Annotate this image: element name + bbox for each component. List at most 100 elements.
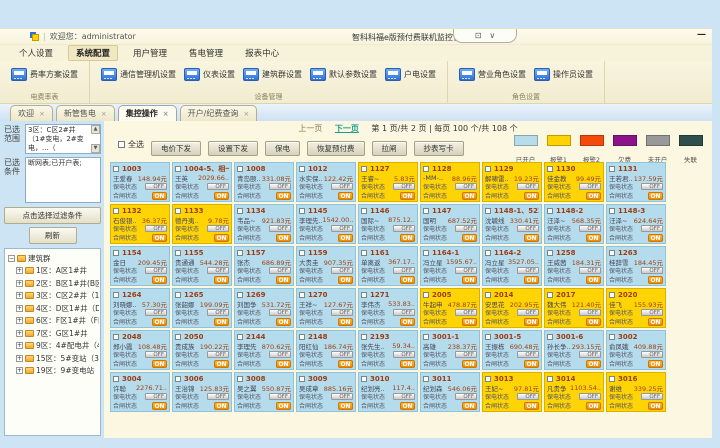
room-card[interactable]: 1127王睿~5.83元保电状态OFF合闸状态ON xyxy=(358,162,418,202)
power-status-value[interactable]: OFF xyxy=(393,225,415,232)
room-checkbox[interactable] xyxy=(423,376,429,382)
room-checkbox[interactable] xyxy=(423,292,429,298)
expand-icon[interactable]: + xyxy=(16,330,23,337)
power-status-value[interactable]: OFF xyxy=(455,183,477,190)
power-status-value[interactable]: OFF xyxy=(641,225,663,232)
power-status-value[interactable]: OFF xyxy=(145,183,167,190)
room-card[interactable]: 1003王爱春148.94元保电状态OFF合闸状态ON xyxy=(110,162,170,202)
expand-icon[interactable]: + xyxy=(16,317,23,324)
room-checkbox[interactable] xyxy=(485,292,491,298)
room-card[interactable]: 2050贵成族190.22元保电状态OFF合闸状态ON xyxy=(172,330,232,370)
room-card[interactable]: 2048郑小霞108.48元保电状态OFF合闸状态ON xyxy=(110,330,170,370)
room-checkbox[interactable] xyxy=(547,376,553,382)
tree-node[interactable]: +2区：B区1#井(B区1... xyxy=(16,278,99,289)
power-status-value[interactable]: OFF xyxy=(393,267,415,274)
switch-status-badge[interactable]: ON xyxy=(462,318,477,326)
room-checkbox[interactable] xyxy=(113,250,119,256)
expand-icon[interactable]: + xyxy=(16,342,23,349)
switch-status-badge[interactable]: ON xyxy=(462,360,477,368)
power-status-value[interactable]: OFF xyxy=(579,351,601,358)
room-card[interactable]: 3001-5王振栋690.48元保电状态OFF合闸状态ON xyxy=(482,330,542,370)
close-tab-icon[interactable]: × xyxy=(243,110,249,118)
ribbon-button[interactable]: 通信管理机设置 xyxy=(98,65,179,84)
switch-status-badge[interactable]: ON xyxy=(586,318,601,326)
switch-status-badge[interactable]: ON xyxy=(524,192,539,200)
room-checkbox[interactable] xyxy=(237,208,243,214)
toolbar-button[interactable]: 拉闸 xyxy=(372,141,407,156)
switch-status-badge[interactable]: ON xyxy=(276,234,291,242)
selected-condition-box[interactable]: 断网表;已开户表; xyxy=(25,157,101,203)
switch-status-badge[interactable]: ON xyxy=(586,192,601,200)
room-checkbox[interactable] xyxy=(113,334,119,340)
switch-status-badge[interactable]: ON xyxy=(152,318,167,326)
room-card[interactable]: 2005牛起申478.87元保电状态OFF合闸状态ON xyxy=(420,288,480,328)
power-status-value[interactable]: OFF xyxy=(145,225,167,232)
switch-status-badge[interactable]: ON xyxy=(400,192,415,200)
power-status-value[interactable]: OFF xyxy=(517,309,539,316)
switch-status-badge[interactable]: ON xyxy=(338,276,353,284)
room-card[interactable]: 1130佳金教99.49元保电状态OFF合闸状态ON xyxy=(544,162,604,202)
room-checkbox[interactable] xyxy=(547,334,553,340)
ribbon-button[interactable]: 户电设置 xyxy=(382,65,439,84)
switch-status-badge[interactable]: ON xyxy=(524,402,539,410)
room-checkbox[interactable] xyxy=(361,334,367,340)
next-page-link[interactable]: 下一页 xyxy=(335,124,359,133)
room-checkbox[interactable] xyxy=(609,334,615,340)
room-checkbox[interactable] xyxy=(175,250,181,256)
close-tab-icon[interactable]: × xyxy=(101,110,107,118)
toolbar-button[interactable]: 电价下发 xyxy=(151,141,201,156)
room-checkbox[interactable] xyxy=(547,166,553,172)
room-checkbox[interactable] xyxy=(175,334,181,340)
power-status-value[interactable]: OFF xyxy=(517,393,539,400)
switch-status-badge[interactable]: ON xyxy=(524,360,539,368)
room-checkbox[interactable] xyxy=(485,250,491,256)
power-status-value[interactable]: OFF xyxy=(331,225,353,232)
toolbar-button[interactable]: 恢复预付费 xyxy=(307,141,365,156)
room-card[interactable]: 1147国明687.52元保电状态OFF合闸状态ON xyxy=(420,204,480,244)
power-status-value[interactable]: OFF xyxy=(269,309,291,316)
room-checkbox[interactable] xyxy=(237,334,243,340)
power-status-value[interactable]: OFF xyxy=(579,309,601,316)
select-all[interactable]: 全选 xyxy=(118,139,144,150)
power-status-value[interactable]: OFF xyxy=(455,351,477,358)
room-checkbox[interactable] xyxy=(361,292,367,298)
power-status-value[interactable]: OFF xyxy=(331,393,353,400)
ribbon-collapse-control[interactable]: ⊡ ∨ xyxy=(453,29,517,43)
room-checkbox[interactable] xyxy=(361,376,367,382)
select-all-checkbox[interactable] xyxy=(118,141,125,148)
ribbon-button[interactable]: 营业角色设置 xyxy=(456,65,529,84)
power-status-value[interactable]: OFF xyxy=(207,393,229,400)
room-card[interactable]: 1157张杰686.89元保电状态OFF合闸状态ON xyxy=(234,246,294,286)
room-checkbox[interactable] xyxy=(361,250,367,256)
prev-page-link[interactable]: 上一页 xyxy=(298,124,322,133)
room-checkbox[interactable] xyxy=(113,292,119,298)
expand-icon[interactable]: + xyxy=(16,367,23,374)
room-card[interactable]: 1159大贵圭907.35元保电状态OFF合闸状态ON xyxy=(296,246,356,286)
expand-icon[interactable]: + xyxy=(16,280,23,287)
power-status-value[interactable]: OFF xyxy=(269,351,291,358)
menu-item[interactable]: 售电管理 xyxy=(182,46,230,60)
power-status-value[interactable]: OFF xyxy=(145,267,167,274)
room-card[interactable]: 2020佳飞155.93元保电状态OFF合闸状态ON xyxy=(606,288,666,328)
power-status-value[interactable]: OFF xyxy=(455,393,477,400)
tree-node[interactable]: +6区：F区1#井（F区... xyxy=(16,315,99,326)
room-card[interactable]: 1269刘国争531.72元保电状态OFF合闸状态ON xyxy=(234,288,294,328)
power-status-value[interactable]: OFF xyxy=(207,351,229,358)
power-status-value[interactable]: OFF xyxy=(393,351,415,358)
switch-status-badge[interactable]: ON xyxy=(338,234,353,242)
room-checkbox[interactable] xyxy=(237,250,243,256)
room-card[interactable]: 1155贵通通544.28元保电状态OFF合闸状态ON xyxy=(172,246,232,286)
tree-node[interactable]: +15区：5#变站（3#... xyxy=(16,353,99,364)
power-status-value[interactable]: OFF xyxy=(579,183,601,190)
switch-status-badge[interactable]: ON xyxy=(276,360,291,368)
document-tab[interactable]: 新管售电× xyxy=(56,105,115,121)
selected-range-box[interactable]: 3区：C区2#井（1#变电，2#变电，...（ ▲ ▼ xyxy=(25,124,101,154)
tree-node[interactable]: +9区：4#配电井（4#... xyxy=(16,340,99,351)
room-card[interactable]: 1161单离返367.17..保电状态OFF合闸状态ON xyxy=(358,246,418,286)
menu-item[interactable]: 报表中心 xyxy=(238,46,286,60)
room-checkbox[interactable] xyxy=(361,166,367,172)
room-checkbox[interactable] xyxy=(299,208,305,214)
ribbon-button[interactable]: 费率方案设置 xyxy=(8,65,81,84)
power-status-value[interactable]: OFF xyxy=(269,183,291,190)
expand-icon[interactable]: + xyxy=(16,267,23,274)
